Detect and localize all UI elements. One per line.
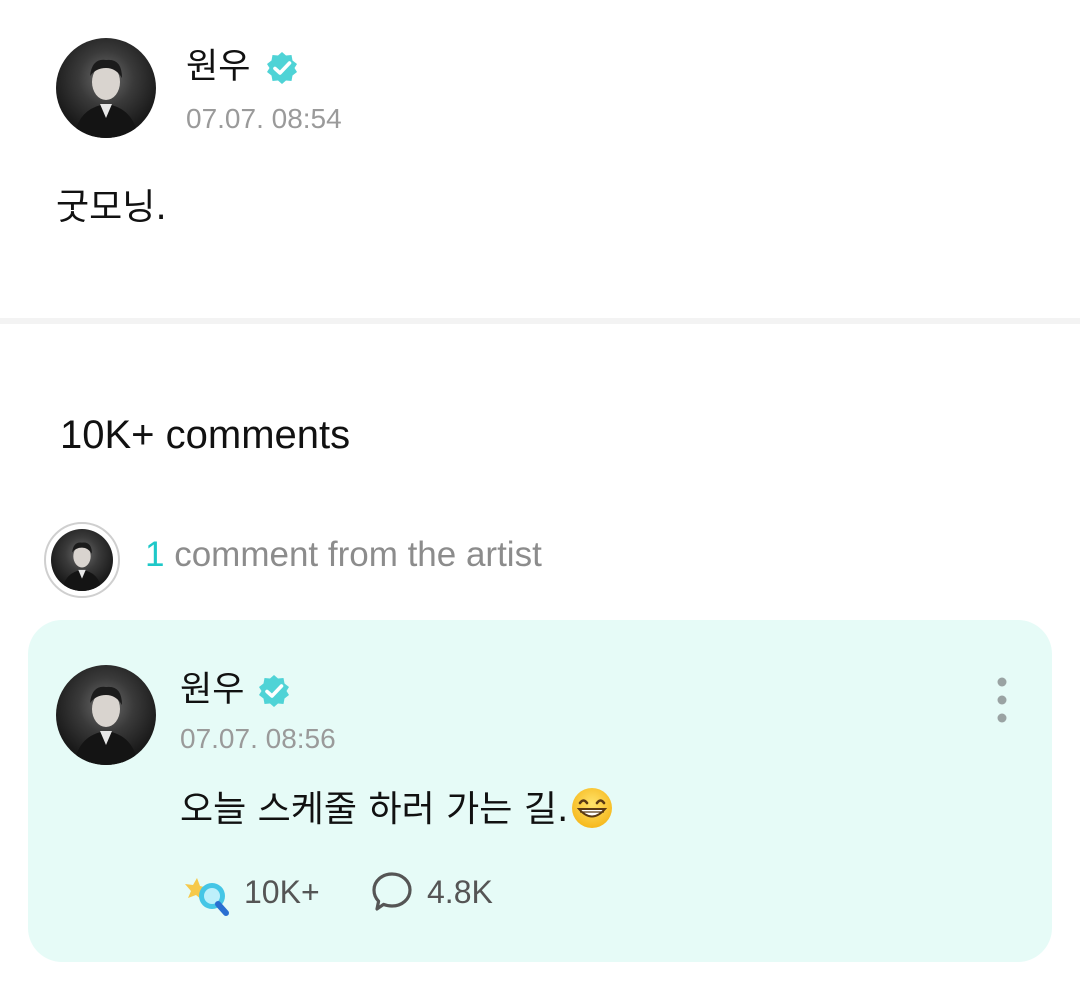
post-author-name[interactable]: 원우 (186, 50, 250, 85)
more-vertical-icon[interactable] (986, 672, 1018, 728)
artist-comment-label: comment from the artist (174, 535, 542, 574)
lightstick-like-icon[interactable] (182, 870, 232, 916)
avatar-photo (74, 686, 138, 765)
verified-badge-icon (267, 52, 297, 84)
speech-bubble-icon[interactable] (370, 870, 414, 916)
post-author-avatar[interactable] (56, 38, 156, 138)
verified-badge-icon (259, 675, 289, 707)
post-timestamp: 07.07. 08:54 (186, 103, 342, 134)
comment-text: 오늘 스케줄 하러 가는 길. (180, 788, 614, 830)
avatar-photo (62, 542, 102, 591)
comments-count: 10K+ comments (60, 413, 351, 457)
artist-comment-link[interactable]: 1 comment from the artist (145, 537, 542, 572)
reply-count: 4.8K (427, 874, 493, 910)
comment-author-avatar[interactable] (56, 665, 156, 765)
like-count: 10K+ (244, 874, 320, 910)
artist-comment-count: 1 (145, 535, 165, 574)
post-body-text: 굿모닝. (56, 187, 167, 228)
comment-author-name[interactable]: 원우 (180, 673, 244, 708)
section-divider (0, 318, 1080, 324)
avatar-photo (74, 59, 138, 138)
grinning-face-emoji (572, 788, 613, 828)
comment-body: 오늘 스케줄 하러 가는 길. (180, 789, 569, 830)
artist-comment-avatar[interactable] (51, 529, 113, 591)
comment-timestamp: 07.07. 08:56 (180, 723, 336, 754)
